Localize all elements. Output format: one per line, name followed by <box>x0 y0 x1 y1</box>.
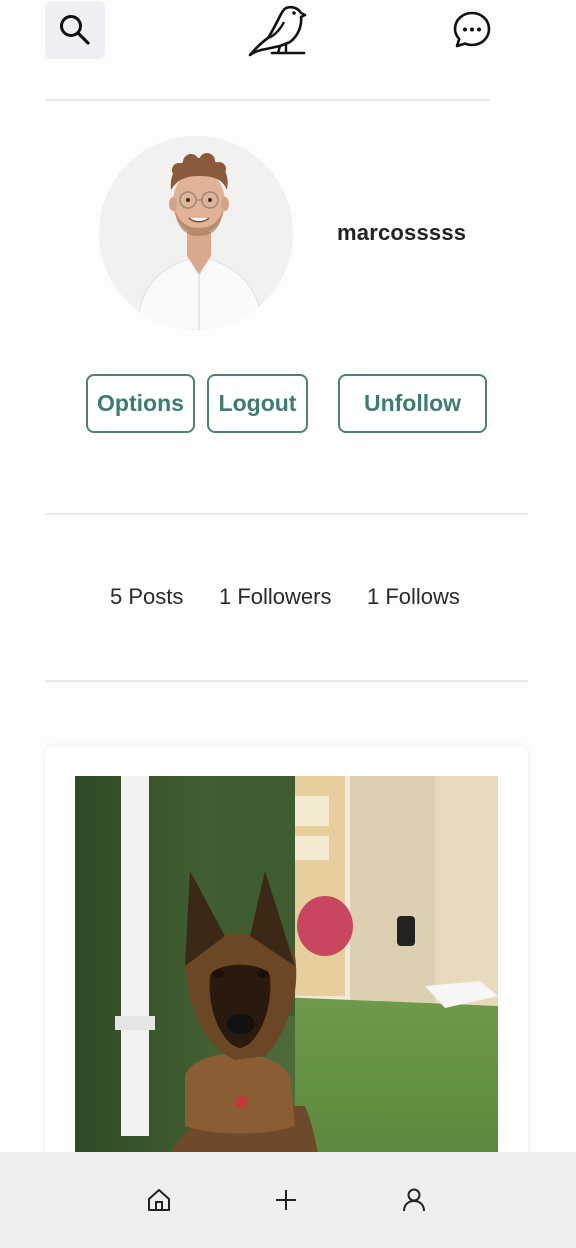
bottom-nav <box>0 1152 576 1248</box>
profile-stats: 5 Posts 1 Followers 1 Follows <box>0 584 576 614</box>
messages-button[interactable] <box>450 8 494 52</box>
options-button[interactable]: Options <box>86 374 195 433</box>
followers-count[interactable]: 1 Followers <box>219 584 331 610</box>
profile-username: marcosssss <box>337 220 467 245</box>
user-icon <box>403 1188 425 1212</box>
section-divider <box>45 513 528 515</box>
home-icon <box>148 1189 170 1211</box>
header-divider <box>45 99 490 101</box>
posts-count[interactable]: 5 Posts <box>110 584 183 610</box>
nav-profile[interactable] <box>396 1182 432 1218</box>
top-bar <box>0 0 576 101</box>
search-button[interactable] <box>45 1 105 59</box>
section-divider <box>45 680 528 682</box>
nav-add-post[interactable] <box>268 1182 304 1218</box>
unfollow-button[interactable]: Unfollow <box>338 374 487 433</box>
bird-logo-icon[interactable] <box>246 2 310 58</box>
search-icon <box>60 15 90 45</box>
nav-home[interactable] <box>141 1182 177 1218</box>
chat-bubble-icon <box>453 11 491 48</box>
follows-count[interactable]: 1 Follows <box>367 584 460 610</box>
avatar[interactable] <box>99 136 293 330</box>
plus-icon <box>276 1190 296 1210</box>
logout-button[interactable]: Logout <box>207 374 308 433</box>
